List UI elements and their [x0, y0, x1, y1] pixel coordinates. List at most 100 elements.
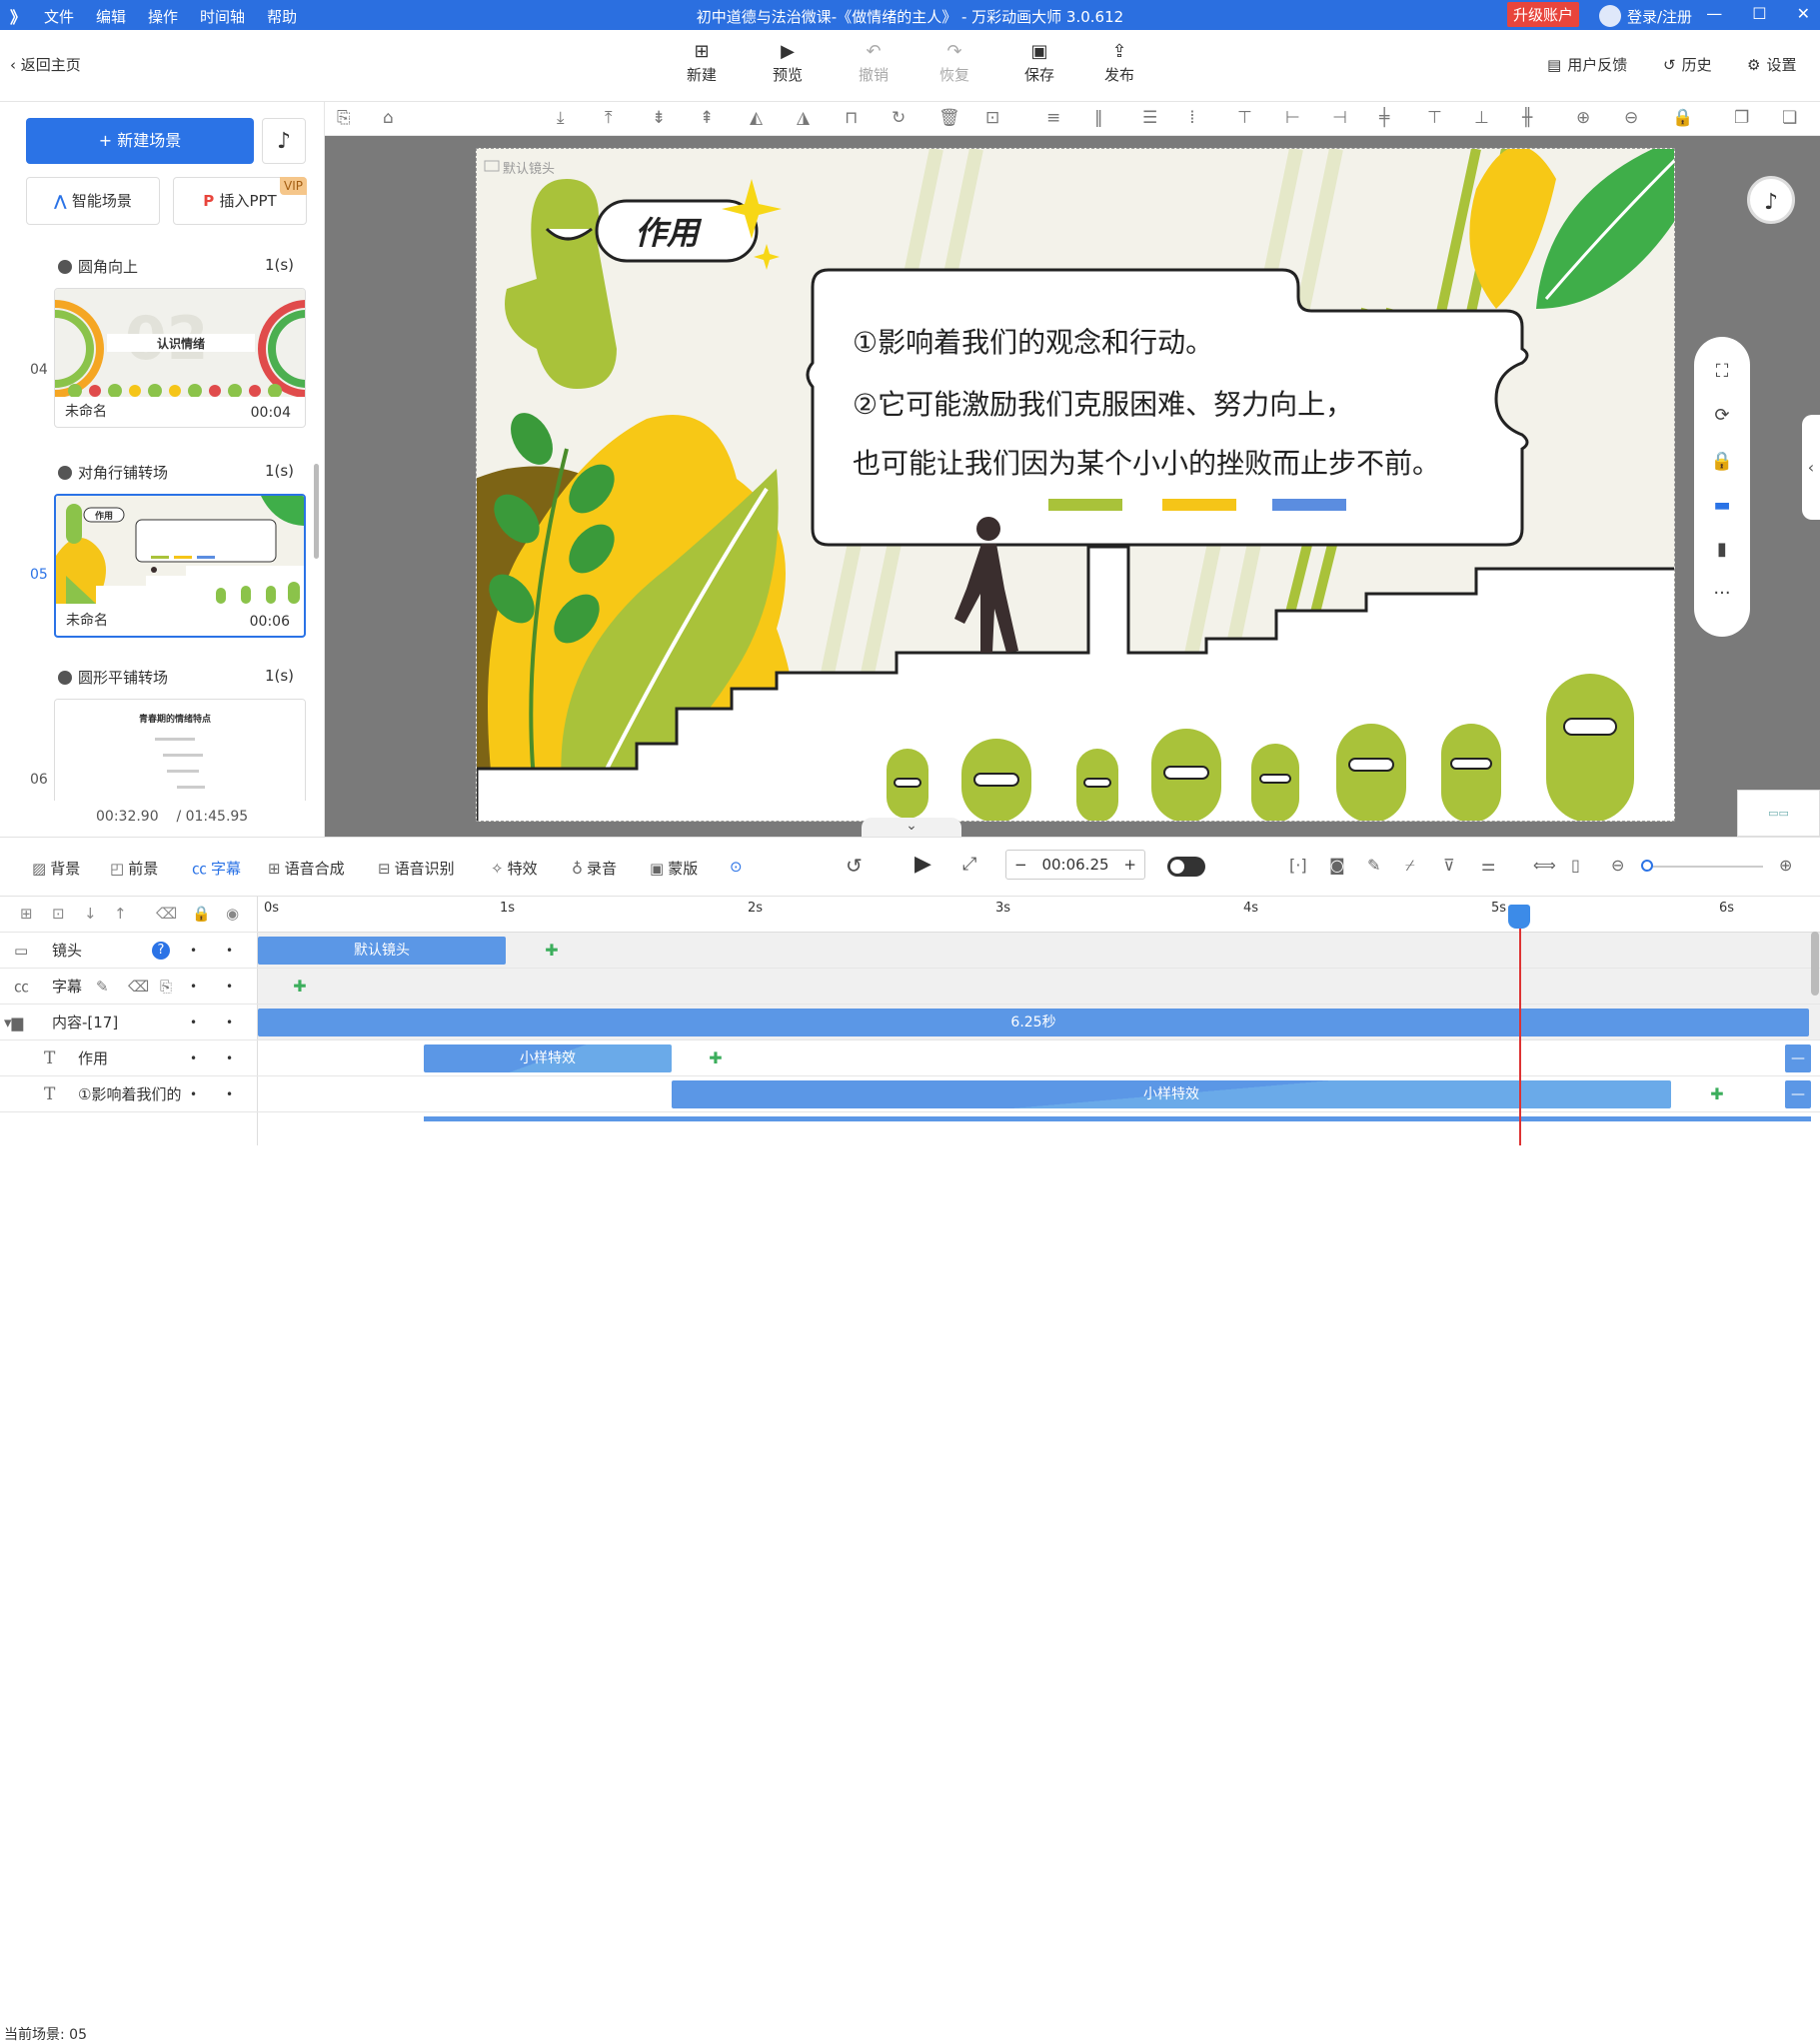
- minus-icon[interactable]: −: [1014, 856, 1027, 874]
- play-icon[interactable]: ▶: [914, 852, 931, 877]
- bracket-icon[interactable]: [⋅]: [1289, 856, 1307, 875]
- insert-ppt-button[interactable]: P 插入PPT VIP: [173, 177, 307, 225]
- back-home-button[interactable]: ‹ 返回主页: [10, 54, 81, 75]
- flip-vertical-icon[interactable]: ◮: [797, 108, 810, 128]
- time-ruler[interactable]: 0s 1s 2s 3s 4s 5s 6s: [258, 897, 1820, 933]
- tab-speech-recognition[interactable]: ⊟ 语音识别: [378, 858, 455, 879]
- ratio-icon[interactable]: ▯: [1571, 856, 1580, 875]
- move-down-icon[interactable]: ↓: [84, 905, 97, 923]
- camera-clip[interactable]: 默认镜头: [258, 937, 506, 965]
- track-subtitle[interactable]: ✚: [258, 969, 1820, 1005]
- trash-icon[interactable]: ⌫: [156, 905, 177, 923]
- align-h-center-icon[interactable]: ╪: [1379, 108, 1389, 128]
- filter-icon[interactable]: ⊽: [1443, 856, 1455, 875]
- new-scene-button[interactable]: + 新建场景: [26, 118, 254, 164]
- minimap[interactable]: ▭▭: [1737, 790, 1820, 837]
- align-center-icon[interactable]: ≡: [1046, 108, 1060, 128]
- scene-stage[interactable]: 作用 ①影响着我们的观念和行动。 ②它可能激励我们克服困难、努力向上， 也可能让…: [476, 148, 1675, 822]
- redo-button[interactable]: ↷ 恢复: [924, 40, 984, 85]
- zoom-slider[interactable]: [1645, 866, 1763, 868]
- track-text[interactable]: 小样特效 ✚ —: [258, 1076, 1820, 1112]
- content-clip[interactable]: 6.25秒: [258, 1009, 1809, 1036]
- zoom-in-icon[interactable]: ⊕: [1779, 856, 1792, 875]
- move-up-icon[interactable]: ⇞: [700, 108, 714, 128]
- scene-thumbnail[interactable]: 02 认识情绪 未命名 00:04: [54, 288, 306, 428]
- maximize-button[interactable]: ☐: [1752, 4, 1766, 23]
- add-keyframe-icon[interactable]: ✚: [292, 979, 308, 995]
- align-v-center-icon[interactable]: ╫: [1522, 108, 1532, 128]
- music-note-icon[interactable]: ♪: [262, 118, 306, 164]
- home-icon[interactable]: ⌂: [383, 108, 394, 128]
- add-keyframe-icon[interactable]: ✚: [708, 1050, 724, 1066]
- zoom-in-icon[interactable]: ⊕: [1576, 108, 1590, 128]
- timeline-toggle[interactable]: [1167, 857, 1205, 877]
- new-folder-icon[interactable]: ⊡: [52, 905, 65, 923]
- flip-horizontal-icon[interactable]: ◭: [750, 108, 763, 128]
- track-header-text[interactable]: T 作用 • •: [0, 1040, 258, 1076]
- transition-item[interactable]: 对角行铺转场 1(s): [58, 462, 294, 483]
- time-stepper[interactable]: − 00:06.25 +: [1005, 850, 1145, 880]
- save-button[interactable]: ▣ 保存: [1009, 40, 1069, 85]
- distribute-v-icon[interactable]: ☰: [1142, 108, 1157, 128]
- exit-clip[interactable]: —: [1785, 1080, 1811, 1108]
- align-middle-icon[interactable]: ‖: [1094, 108, 1103, 128]
- music-note-icon[interactable]: ♪: [1747, 176, 1795, 224]
- unlock-icon[interactable]: ⊓: [845, 108, 858, 128]
- fullscreen-icon[interactable]: ⤢: [962, 854, 976, 875]
- align-right-icon[interactable]: ⊣: [1332, 108, 1347, 128]
- paste-icon[interactable]: ❏: [1782, 108, 1797, 128]
- close-button[interactable]: ✕: [1797, 4, 1810, 23]
- adjust-icon[interactable]: ⚌: [1481, 856, 1495, 875]
- publish-button[interactable]: ⇪ 发布: [1089, 40, 1149, 85]
- tab-mask[interactable]: ▣ 蒙版: [650, 858, 698, 879]
- import-icon[interactable]: ⎘: [160, 978, 172, 996]
- rotate-icon[interactable]: ↻: [892, 108, 906, 128]
- align-bottom-icon[interactable]: ⊥: [1474, 108, 1489, 128]
- effect-clip[interactable]: 小样特效: [672, 1080, 1671, 1108]
- timeline-scrollbar[interactable]: [1811, 932, 1819, 996]
- lock-icon[interactable]: 🔒: [1694, 451, 1750, 472]
- upgrade-account-button[interactable]: 升级账户: [1507, 2, 1580, 27]
- copy-icon[interactable]: ❐: [1734, 108, 1749, 128]
- phone-icon[interactable]: ▮: [1694, 539, 1750, 560]
- trash-icon[interactable]: ⌫: [128, 978, 149, 996]
- zoom-out-icon[interactable]: ⊖: [1611, 856, 1624, 875]
- tab-record[interactable]: ♁ 录音: [572, 858, 617, 879]
- smart-scene-button[interactable]: ⋀ 智能场景: [26, 177, 160, 225]
- timeline-tracks[interactable]: 0s 1s 2s 3s 4s 5s 6s 默认镜头 ✚ ✚ 6.25秒 小样特效…: [258, 897, 1820, 1145]
- eye-icon[interactable]: ◉: [226, 905, 239, 923]
- playhead-line[interactable]: [1519, 910, 1521, 1145]
- add-keyframe-icon[interactable]: ✚: [544, 943, 560, 959]
- track-header-content[interactable]: ▾▆ 内容-[17] • •: [0, 1005, 258, 1040]
- track-header-text[interactable]: T ①影响着我们的 • •: [0, 1076, 258, 1112]
- delete-icon[interactable]: 🗑: [938, 108, 960, 128]
- transition-item[interactable]: 圆角向上 1(s): [58, 256, 294, 277]
- collapse-right-tab[interactable]: ‹: [1802, 415, 1820, 520]
- move-down-icon[interactable]: ⇟: [652, 108, 666, 128]
- tab-background[interactable]: ▨ 背景: [32, 858, 80, 879]
- undo-button[interactable]: ↶ 撤销: [844, 40, 904, 85]
- preview-button[interactable]: ▶ 预览: [758, 40, 818, 85]
- add-keyframe-icon[interactable]: ✚: [1709, 1086, 1725, 1102]
- chevron-down-icon[interactable]: ⌄: [862, 818, 961, 838]
- scene-list-scrollbar[interactable]: [314, 464, 319, 559]
- tab-speech-synthesis[interactable]: ⊞ 语音合成: [268, 858, 345, 879]
- plus-icon[interactable]: +: [1123, 856, 1136, 874]
- scene-thumbnail[interactable]: 青春期的情绪特点: [54, 699, 306, 801]
- new-button[interactable]: ⊞ 新建: [672, 40, 732, 85]
- rotate-icon[interactable]: ⟳: [1694, 405, 1750, 426]
- minimize-button[interactable]: —: [1706, 4, 1722, 23]
- zoom-slider-knob[interactable]: [1641, 860, 1653, 872]
- format-painter-icon[interactable]: ⎘: [337, 108, 351, 128]
- transition-item[interactable]: 圆形平铺转场 1(s): [58, 667, 294, 688]
- fit-screen-icon[interactable]: ⛶: [1694, 361, 1750, 382]
- align-left-icon[interactable]: ⊢: [1285, 108, 1300, 128]
- track-text[interactable]: 小样特效 ✚ —: [258, 1040, 1820, 1076]
- camera-icon[interactable]: ◙: [1329, 856, 1345, 875]
- tab-foreground[interactable]: ◰ 前景: [110, 858, 158, 879]
- playhead-handle[interactable]: [1508, 905, 1530, 929]
- align-top-edge-icon[interactable]: ⊤: [1237, 108, 1252, 128]
- settings-button[interactable]: ⚙ 设置: [1747, 54, 1796, 75]
- lock-icon[interactable]: 🔒: [1672, 108, 1693, 128]
- edit-icon[interactable]: ✎: [1367, 856, 1380, 875]
